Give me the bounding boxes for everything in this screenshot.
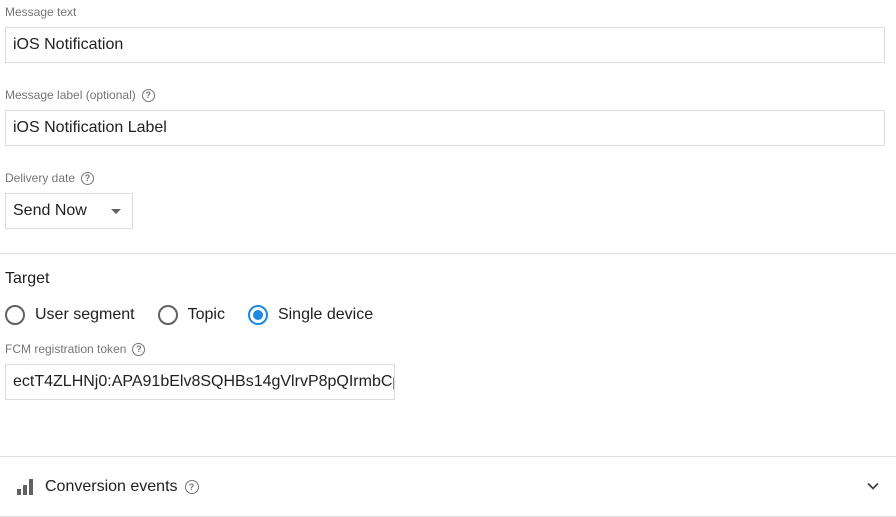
target-radio-group: User segment Topic Single device (5, 304, 396, 326)
target-title: Target (5, 270, 50, 287)
bar-chart-icon (17, 479, 33, 495)
fcm-token-label: FCM registration token ? (5, 341, 146, 357)
radio-single-device[interactable]: Single device (247, 305, 374, 325)
radio-user-segment-label: User segment (35, 306, 135, 323)
message-label-input[interactable]: iOS Notification Label (5, 110, 885, 146)
radio-single-device-label: Single device (277, 306, 374, 323)
chevron-down-icon[interactable] (866, 479, 880, 493)
delivery-date-select[interactable]: Send Now (5, 193, 133, 229)
conversion-events-row[interactable]: Conversion events ? (0, 457, 896, 516)
radio-unchecked-icon[interactable] (5, 305, 25, 325)
radio-dot (252, 310, 263, 320)
conversion-events-label: Conversion events ? (45, 478, 199, 496)
message-text-label-text: Message text (5, 5, 77, 19)
delivery-date-selected: Send Now (13, 202, 87, 219)
delivery-date-label: Delivery date ? (5, 170, 95, 186)
fcm-token-value: ectT4ZLHNj0:APA91bElv8SQHBs14gVlrvP8pQIr… (13, 373, 395, 390)
message-text-input[interactable]: iOS Notification (5, 27, 885, 63)
notification-form: Message text iOS Notification Message la… (0, 0, 896, 517)
conversion-events-label-text: Conversion events (45, 478, 178, 495)
fcm-token-label-text: FCM registration token (5, 342, 127, 356)
message-label-value: iOS Notification Label (13, 119, 167, 136)
message-label-label: Message label (optional) ? (5, 87, 155, 103)
radio-topic[interactable]: Topic (157, 305, 225, 325)
help-icon[interactable]: ? (141, 88, 155, 102)
help-icon[interactable]: ? (81, 171, 95, 185)
help-icon[interactable]: ? (132, 342, 146, 356)
section-divider (0, 253, 896, 254)
message-label-label-text: Message label (optional) (5, 88, 136, 102)
radio-user-segment[interactable]: User segment (5, 305, 135, 325)
help-icon[interactable]: ? (184, 480, 199, 494)
radio-unchecked-icon[interactable] (157, 305, 178, 325)
dropdown-arrow-icon (111, 209, 121, 214)
message-text-label: Message text (5, 4, 76, 20)
radio-topic-label: Topic (187, 306, 225, 323)
radio-checked-icon[interactable] (247, 305, 268, 325)
delivery-date-label-text: Delivery date (5, 171, 76, 185)
fcm-token-input[interactable]: ectT4ZLHNj0:APA91bElv8SQHBs14gVlrvP8pQIr… (5, 364, 395, 400)
message-text-value: iOS Notification (13, 36, 124, 53)
